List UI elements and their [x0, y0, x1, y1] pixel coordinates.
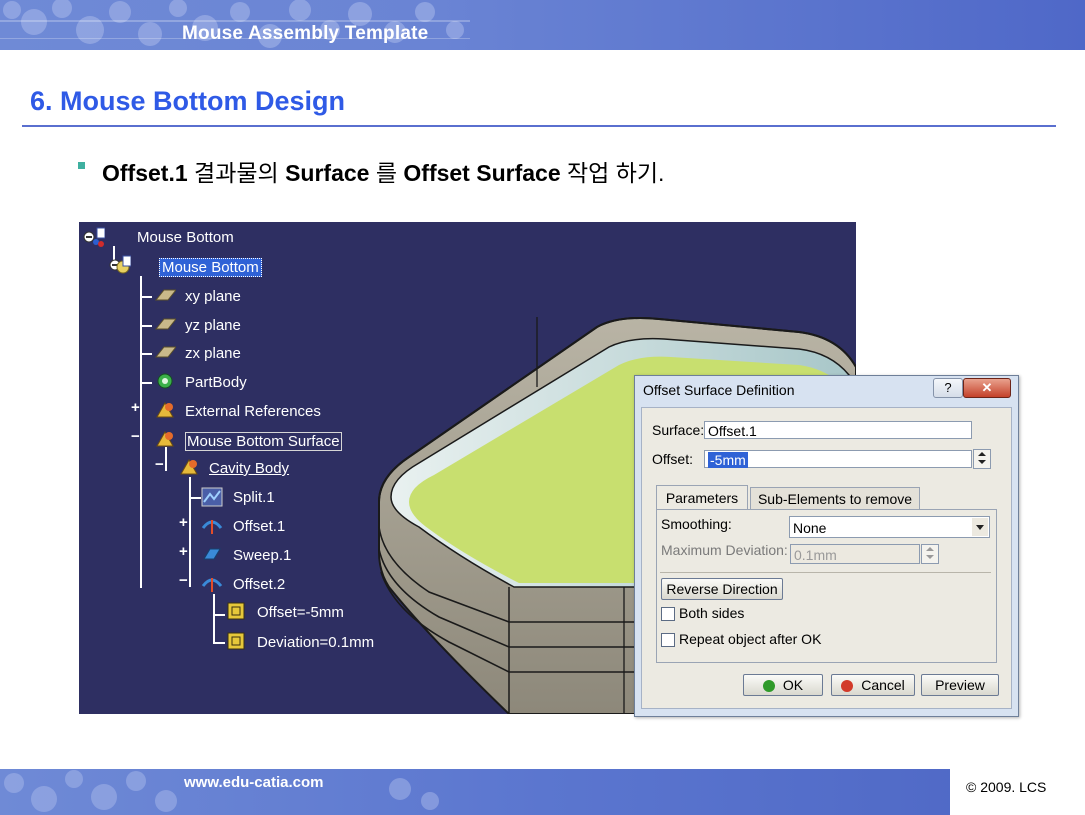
preview-button[interactable]: Preview — [921, 674, 999, 696]
partbody-gear-icon[interactable] — [154, 370, 176, 392]
tree-item-external-references[interactable]: External References — [185, 403, 321, 420]
smoothing-select[interactable]: None — [789, 516, 990, 538]
tree-item-split[interactable]: Split.1 — [233, 489, 275, 506]
bullet-text-offset-surface: Offset Surface — [403, 160, 561, 186]
tab-sub-elements[interactable]: Sub-Elements to remove — [750, 487, 920, 509]
dialog-body: Surface: Offset.1 Offset: -5mm Parameter… — [641, 407, 1012, 709]
tab-parameters[interactable]: Parameters — [656, 485, 748, 509]
smoothing-label: Smoothing: — [661, 516, 732, 532]
plane-icon[interactable] — [154, 341, 176, 363]
tree-item-offset-1[interactable]: Offset.1 — [233, 518, 285, 535]
tree-connector — [140, 276, 142, 588]
footer-banner: www.edu-catia.com © 2009. LCS — [0, 769, 1085, 815]
tree-item-mouse-bottom-surface[interactable]: Mouse Bottom Surface — [185, 432, 342, 451]
close-button[interactable]: ✕ — [963, 378, 1011, 398]
cancel-icon — [841, 680, 854, 692]
tree-item-deviation-param[interactable]: Deviation=0.1mm — [257, 634, 374, 651]
collapse-minus-icon[interactable]: − — [179, 572, 188, 589]
offset-spinner[interactable] — [973, 449, 991, 469]
offset-field-value: -5mm — [708, 452, 748, 468]
ok-button-label: OK — [782, 677, 804, 693]
cancel-button-label: Cancel — [861, 677, 905, 693]
split-icon[interactable] — [201, 486, 223, 508]
tree-connector — [189, 477, 191, 587]
max-deviation-field[interactable]: 0.1mm — [790, 544, 920, 564]
ok-button[interactable]: OK — [743, 674, 823, 696]
offset-label: Offset: — [652, 451, 693, 467]
offset-icon[interactable] — [201, 514, 223, 536]
bullet-text-particle: 를 — [369, 160, 404, 186]
collapse-minus-icon[interactable]: − — [155, 456, 164, 473]
bullet-text: Offset.1 결과물의 Surface 를 Offset Surface 작… — [102, 154, 664, 188]
parameter-icon[interactable] — [225, 600, 247, 622]
tree-item-sweep-1[interactable]: Sweep.1 — [233, 547, 291, 564]
footer-url: www.edu-catia.com — [184, 774, 324, 791]
footer-copyright: © 2009. LCS — [966, 779, 1047, 795]
offset-icon[interactable] — [201, 572, 223, 594]
part-icon[interactable] — [109, 254, 131, 276]
geometrical-set-icon[interactable] — [178, 456, 200, 478]
repeat-object-checkbox[interactable] — [661, 633, 675, 647]
banner-title: Mouse Assembly Template — [182, 23, 429, 44]
tree-connector — [213, 594, 215, 644]
tree-connector — [165, 447, 167, 471]
tree-connector — [140, 353, 152, 355]
bullet-marker — [78, 162, 85, 169]
tree-connector — [213, 642, 225, 644]
bullet-text-offset: Offset.1 — [102, 160, 188, 186]
tree-item-root[interactable]: Mouse Bottom — [137, 229, 234, 246]
bullet-text-surface: Surface — [285, 160, 370, 186]
both-sides-label: Both sides — [679, 605, 745, 621]
tree-connector — [140, 382, 152, 384]
tree-item-yz-plane[interactable]: yz plane — [185, 317, 241, 334]
ok-icon — [762, 680, 775, 692]
plane-icon[interactable] — [154, 313, 176, 335]
help-button[interactable]: ? — [933, 378, 963, 398]
tree-item-partbody[interactable]: PartBody — [185, 374, 247, 391]
tree-connector — [189, 497, 201, 499]
reverse-direction-button[interactable]: Reverse Direction — [661, 578, 783, 600]
top-banner: Mouse Assembly Template — [0, 0, 1085, 50]
slide-heading: 6. Mouse Bottom Design — [30, 86, 346, 116]
geometrical-set-icon[interactable] — [154, 428, 176, 450]
tree-connector — [140, 296, 152, 298]
bullet-text-result: 결과물의 — [187, 160, 286, 186]
chevron-down-icon[interactable] — [972, 518, 988, 536]
max-deviation-label: Maximum Deviation: — [661, 542, 788, 558]
sweep-icon[interactable] — [201, 543, 223, 565]
surface-field[interactable]: Offset.1 — [704, 421, 972, 439]
tree-item-part[interactable]: Mouse Bottom — [159, 258, 262, 277]
tree-item-offset-2[interactable]: Offset.2 — [233, 576, 285, 593]
tab-panel-parameters: Smoothing: None Maximum Deviation: 0.1mm… — [656, 509, 997, 663]
dialog-title: Offset Surface Definition — [643, 382, 795, 398]
tree-item-offset-param[interactable]: Offset=-5mm — [257, 604, 344, 621]
heading-divider — [22, 125, 1056, 127]
repeat-object-label: Repeat object after OK — [679, 631, 822, 647]
tree-item-zx-plane[interactable]: zx plane — [185, 345, 241, 362]
both-sides-checkbox[interactable] — [661, 607, 675, 621]
parameter-icon[interactable] — [225, 630, 247, 652]
tree-item-xy-plane[interactable]: xy plane — [185, 288, 241, 305]
tree-item-cavity-body[interactable]: Cavity Body — [209, 460, 289, 477]
surface-label: Surface: — [652, 422, 705, 438]
cancel-button[interactable]: Cancel — [831, 674, 915, 696]
external-references-icon[interactable] — [154, 399, 176, 421]
tree-connector — [213, 614, 225, 616]
collapse-minus-icon[interactable]: − — [131, 428, 140, 445]
smoothing-select-value: None — [793, 520, 827, 536]
bullet-text-task: 작업 하기. — [560, 160, 665, 186]
tree-connector — [140, 325, 152, 327]
expand-plus-icon[interactable]: + — [131, 399, 140, 416]
plane-icon[interactable] — [154, 284, 176, 306]
divider — [660, 572, 991, 573]
max-deviation-spinner[interactable] — [921, 544, 939, 564]
expand-plus-icon[interactable]: + — [179, 514, 188, 531]
offset-field[interactable]: -5mm — [704, 450, 972, 468]
product-icon[interactable] — [83, 226, 105, 248]
offset-surface-dialog[interactable]: Offset Surface Definition ? ✕ Surface: O… — [634, 375, 1019, 717]
expand-plus-icon[interactable]: + — [179, 543, 188, 560]
